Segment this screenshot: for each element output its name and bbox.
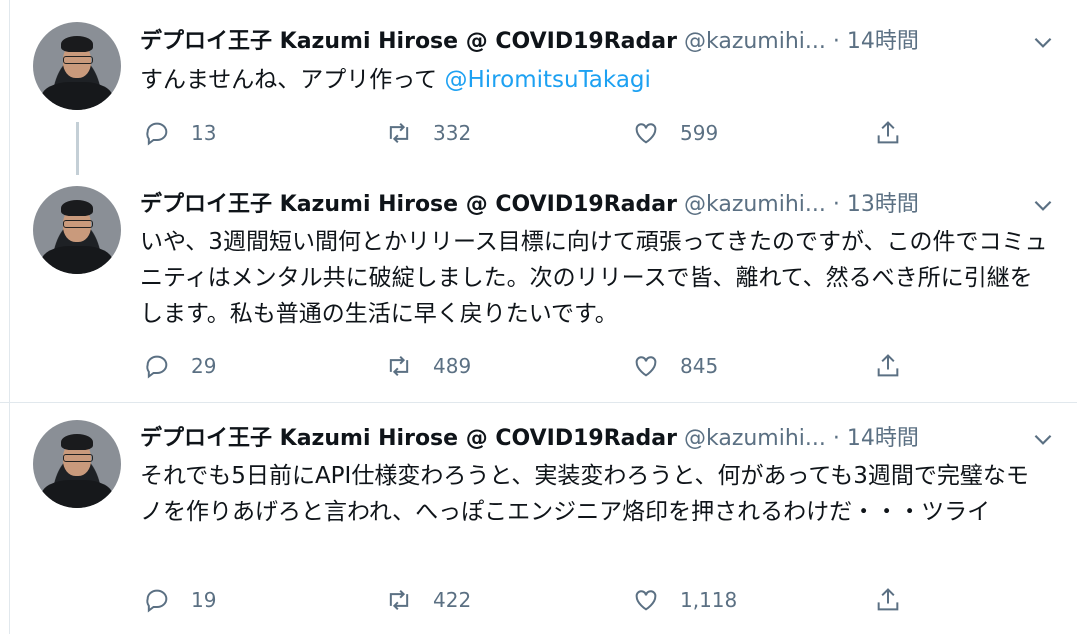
like-button[interactable]: 599: [632, 113, 718, 153]
reply-button[interactable]: 13: [143, 113, 216, 153]
tweet-header: デプロイ王子 Kazumi Hirose @ COVID19Radar @kaz…: [140, 27, 919, 57]
user-handle[interactable]: @kazumihi...: [684, 192, 826, 217]
retweet-button[interactable]: 489: [385, 346, 471, 386]
tweet-header: デプロイ王子 Kazumi Hirose @ COVID19Radar @kaz…: [140, 424, 919, 454]
tweet-3[interactable]: デプロイ王子 Kazumi Hirose @ COVID19Radar @kaz…: [0, 403, 1077, 634]
retweet-count: 332: [433, 121, 472, 145]
retweet-icon: [389, 122, 409, 144]
avatar[interactable]: [33, 420, 121, 508]
timestamp[interactable]: 14時間: [847, 426, 919, 451]
separator-dot: ·: [832, 29, 840, 54]
tweet-actions: 29 489 845: [0, 346, 1077, 386]
timestamp[interactable]: 14時間: [847, 29, 919, 54]
retweet-icon: [389, 355, 409, 377]
avatar[interactable]: [33, 186, 121, 274]
reply-icon: [146, 589, 168, 613]
share-button[interactable]: [874, 113, 902, 153]
like-count: 599: [680, 121, 719, 145]
tweet-text: すんませんね、アプリ作って @HiromitsuTakagi: [140, 62, 1050, 98]
chevron-down-icon[interactable]: [1030, 426, 1056, 452]
like-icon: [635, 356, 657, 377]
tweet-text: いや、3週間短い間何とかリリース目標に向けて頑張ってきたのですが、この件でコミュ…: [140, 229, 1048, 327]
share-icon: [877, 121, 899, 144]
chevron-down-icon[interactable]: [1030, 29, 1056, 55]
retweet-count: 489: [433, 354, 472, 378]
display-name[interactable]: デプロイ王子 Kazumi Hirose @ COVID19Radar: [140, 426, 677, 451]
tweet-actions: 13 332 599: [0, 113, 1077, 153]
mention-link[interactable]: @HiromitsuTakagi: [444, 67, 650, 93]
share-icon: [877, 354, 899, 377]
like-count: 845: [680, 354, 719, 378]
tweet-actions: 19 422 1,118: [0, 580, 1077, 620]
chevron-down-icon[interactable]: [1030, 192, 1056, 218]
separator-dot: ·: [832, 426, 840, 451]
tweet-text: それでも5日前にAPI仕様変わろうと、実装変わろうと、何があっても3週間で完璧な…: [140, 463, 1029, 525]
retweet-button[interactable]: 332: [385, 113, 471, 153]
like-button[interactable]: 1,118: [632, 580, 737, 620]
reply-icon: [146, 355, 168, 379]
share-button[interactable]: [874, 346, 902, 386]
tweet-header: デプロイ王子 Kazumi Hirose @ COVID19Radar @kaz…: [140, 190, 919, 220]
display-name[interactable]: デプロイ王子 Kazumi Hirose @ COVID19Radar: [140, 192, 677, 217]
tweet-text-prefix: すんませんね、アプリ作って: [140, 67, 445, 93]
share-icon: [877, 588, 899, 611]
like-count: 1,118: [680, 588, 738, 612]
retweet-icon: [389, 589, 409, 611]
reply-count: 29: [191, 354, 217, 378]
timestamp[interactable]: 13時間: [847, 192, 919, 217]
tweet-2[interactable]: デプロイ王子 Kazumi Hirose @ COVID19Radar @kaz…: [0, 170, 1077, 402]
thread-connector: [76, 122, 79, 175]
like-icon: [635, 590, 657, 611]
user-handle[interactable]: @kazumihi...: [684, 29, 826, 54]
like-button[interactable]: 845: [632, 346, 718, 386]
retweet-count: 422: [433, 588, 472, 612]
reply-count: 19: [191, 588, 217, 612]
reply-icon: [146, 122, 168, 146]
tweet-1[interactable]: デプロイ王子 Kazumi Hirose @ COVID19Radar @kaz…: [0, 0, 1077, 175]
like-icon: [635, 123, 657, 144]
reply-button[interactable]: 19: [143, 580, 216, 620]
retweet-button[interactable]: 422: [385, 580, 471, 620]
reply-count: 13: [191, 121, 217, 145]
share-button[interactable]: [874, 580, 902, 620]
reply-button[interactable]: 29: [143, 346, 216, 386]
separator-dot: ·: [832, 192, 840, 217]
user-handle[interactable]: @kazumihi...: [684, 426, 826, 451]
avatar[interactable]: [33, 22, 121, 110]
display-name[interactable]: デプロイ王子 Kazumi Hirose @ COVID19Radar: [140, 29, 677, 54]
